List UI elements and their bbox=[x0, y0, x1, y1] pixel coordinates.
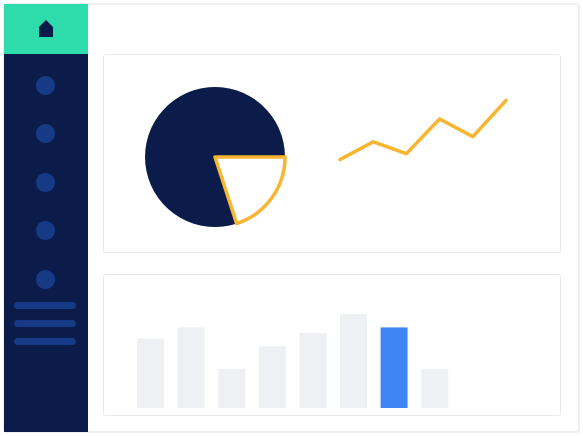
bar-chart bbox=[137, 313, 449, 408]
bar bbox=[177, 327, 205, 408]
bar bbox=[421, 368, 449, 408]
nav-rail bbox=[4, 54, 88, 432]
bar-chart-card bbox=[103, 274, 561, 416]
nav-item-4[interactable] bbox=[36, 221, 55, 240]
bar bbox=[299, 333, 327, 408]
bar bbox=[137, 338, 164, 408]
bar bbox=[340, 313, 367, 408]
bar bbox=[218, 368, 246, 408]
home-button[interactable] bbox=[4, 4, 88, 54]
bar-highlighted bbox=[380, 327, 408, 408]
menu-line-3[interactable] bbox=[14, 338, 76, 345]
overview-card bbox=[103, 54, 561, 253]
nav-item-3[interactable] bbox=[36, 173, 55, 192]
sidebar bbox=[4, 4, 88, 432]
line-chart-series bbox=[338, 98, 508, 162]
nav-item-2[interactable] bbox=[36, 124, 55, 143]
bar bbox=[258, 346, 286, 408]
nav-item-1[interactable] bbox=[36, 76, 55, 95]
menu-line-2[interactable] bbox=[14, 320, 76, 327]
nav-item-5[interactable] bbox=[36, 270, 55, 289]
menu-line-1[interactable] bbox=[14, 302, 76, 309]
pie-chart bbox=[145, 87, 287, 227]
home-icon bbox=[39, 20, 53, 37]
